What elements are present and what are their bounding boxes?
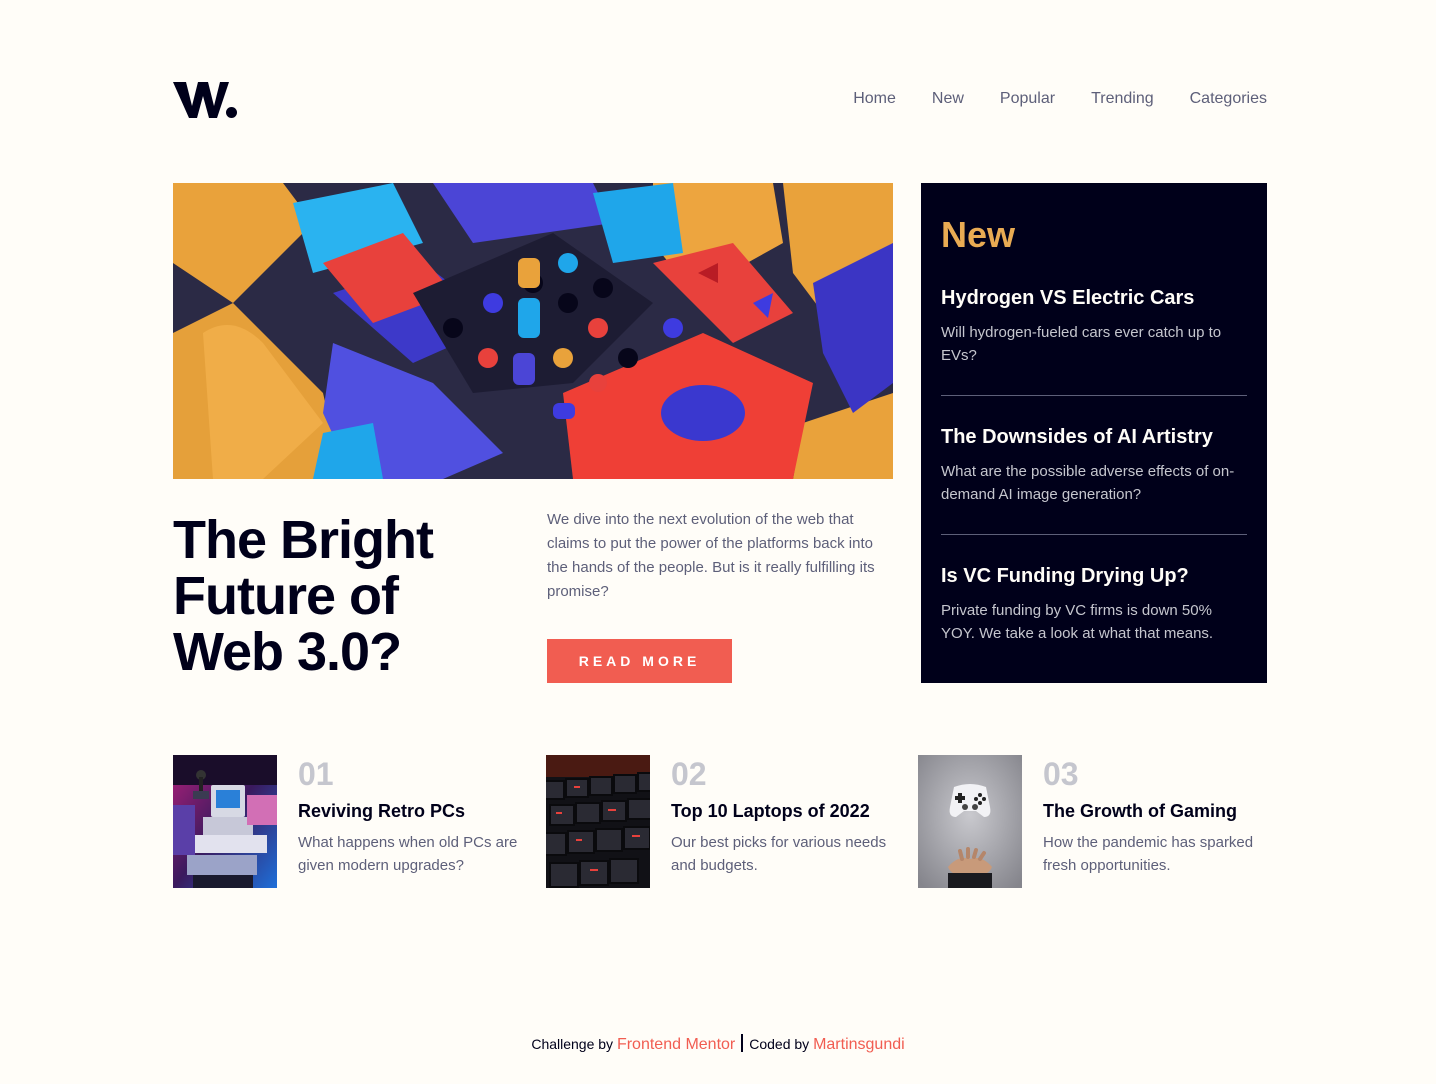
read-more-button[interactable]: READ MORE <box>547 639 732 683</box>
main-nav: Home New Popular Trending Categories <box>853 90 1267 108</box>
author-link[interactable]: Martinsgundi <box>813 1036 905 1053</box>
card-number: 01 <box>298 756 334 792</box>
nav-categories[interactable]: Categories <box>1190 90 1267 108</box>
card-description: Our best picks for various needs and bud… <box>671 834 887 874</box>
new-item-title[interactable]: The Downsides of AI Artistry <box>941 424 1247 450</box>
new-item-description: Will hydrogen-fueled cars ever catch up … <box>941 324 1222 364</box>
frontend-mentor-link[interactable]: Frontend Mentor <box>617 1036 735 1053</box>
card-description: What happens when old PCs are given mode… <box>298 834 518 874</box>
nav-trending[interactable]: Trending <box>1091 90 1154 108</box>
card-number: 02 <box>671 756 707 792</box>
hero-description: We dive into the next evolution of the w… <box>547 511 875 600</box>
card-image-retro-pcs[interactable] <box>173 755 277 888</box>
attribution-divider <box>741 1034 744 1052</box>
nav-popular[interactable]: Popular <box>1000 90 1055 108</box>
new-item-description: Private funding by VC firms is down 50% … <box>941 602 1214 642</box>
new-item-title[interactable]: Hydrogen VS Electric Cars <box>941 285 1247 311</box>
article-card-gaming: 03 The Growth of Gaming How the pandemic… <box>918 755 1268 888</box>
attribution: Challenge by Frontend Mentor Coded by Mar… <box>0 1034 1436 1054</box>
hero-image <box>173 183 893 479</box>
new-heading: New <box>941 214 1016 255</box>
card-body: 02 Top 10 Laptops of 2022 Our best picks… <box>671 755 896 877</box>
new-item: Hydrogen VS Electric Cars Will hydrogen-… <box>941 285 1247 396</box>
hero-title: The Bright Future of Web 3.0? <box>173 510 434 682</box>
new-item-title[interactable]: Is VC Funding Drying Up? <box>941 563 1247 589</box>
card-number: 03 <box>1043 756 1079 792</box>
card-title[interactable]: Reviving Retro PCs <box>298 799 523 823</box>
card-image-gaming[interactable] <box>918 755 1022 888</box>
card-title[interactable]: The Growth of Gaming <box>1043 799 1268 823</box>
nav-home[interactable]: Home <box>853 90 896 108</box>
card-body: 03 The Growth of Gaming How the pandemic… <box>1043 755 1268 877</box>
article-card-retro-pcs: 01 Reviving Retro PCs What happens when … <box>173 755 523 888</box>
site-header: Home New Popular Trending Categories <box>173 78 1267 122</box>
attribution-prefix: Challenge by <box>531 1036 614 1052</box>
new-item: The Downsides of AI Artistry What are th… <box>941 424 1247 535</box>
new-item: Is VC Funding Drying Up? Private funding… <box>941 563 1247 645</box>
attribution-middle: Coded by <box>749 1036 810 1052</box>
card-description: How the pandemic has sparked fresh oppor… <box>1043 834 1254 874</box>
logo[interactable] <box>173 78 237 120</box>
card-body: 01 Reviving Retro PCs What happens when … <box>298 755 523 877</box>
new-panel: New Hydrogen VS Electric Cars Will hydro… <box>921 183 1267 683</box>
card-image-laptops[interactable] <box>546 755 650 888</box>
nav-new[interactable]: New <box>932 90 964 108</box>
card-title[interactable]: Top 10 Laptops of 2022 <box>671 799 896 823</box>
article-card-laptops: 02 Top 10 Laptops of 2022 Our best picks… <box>546 755 896 888</box>
new-item-description: What are the possible adverse effects of… <box>941 463 1235 503</box>
